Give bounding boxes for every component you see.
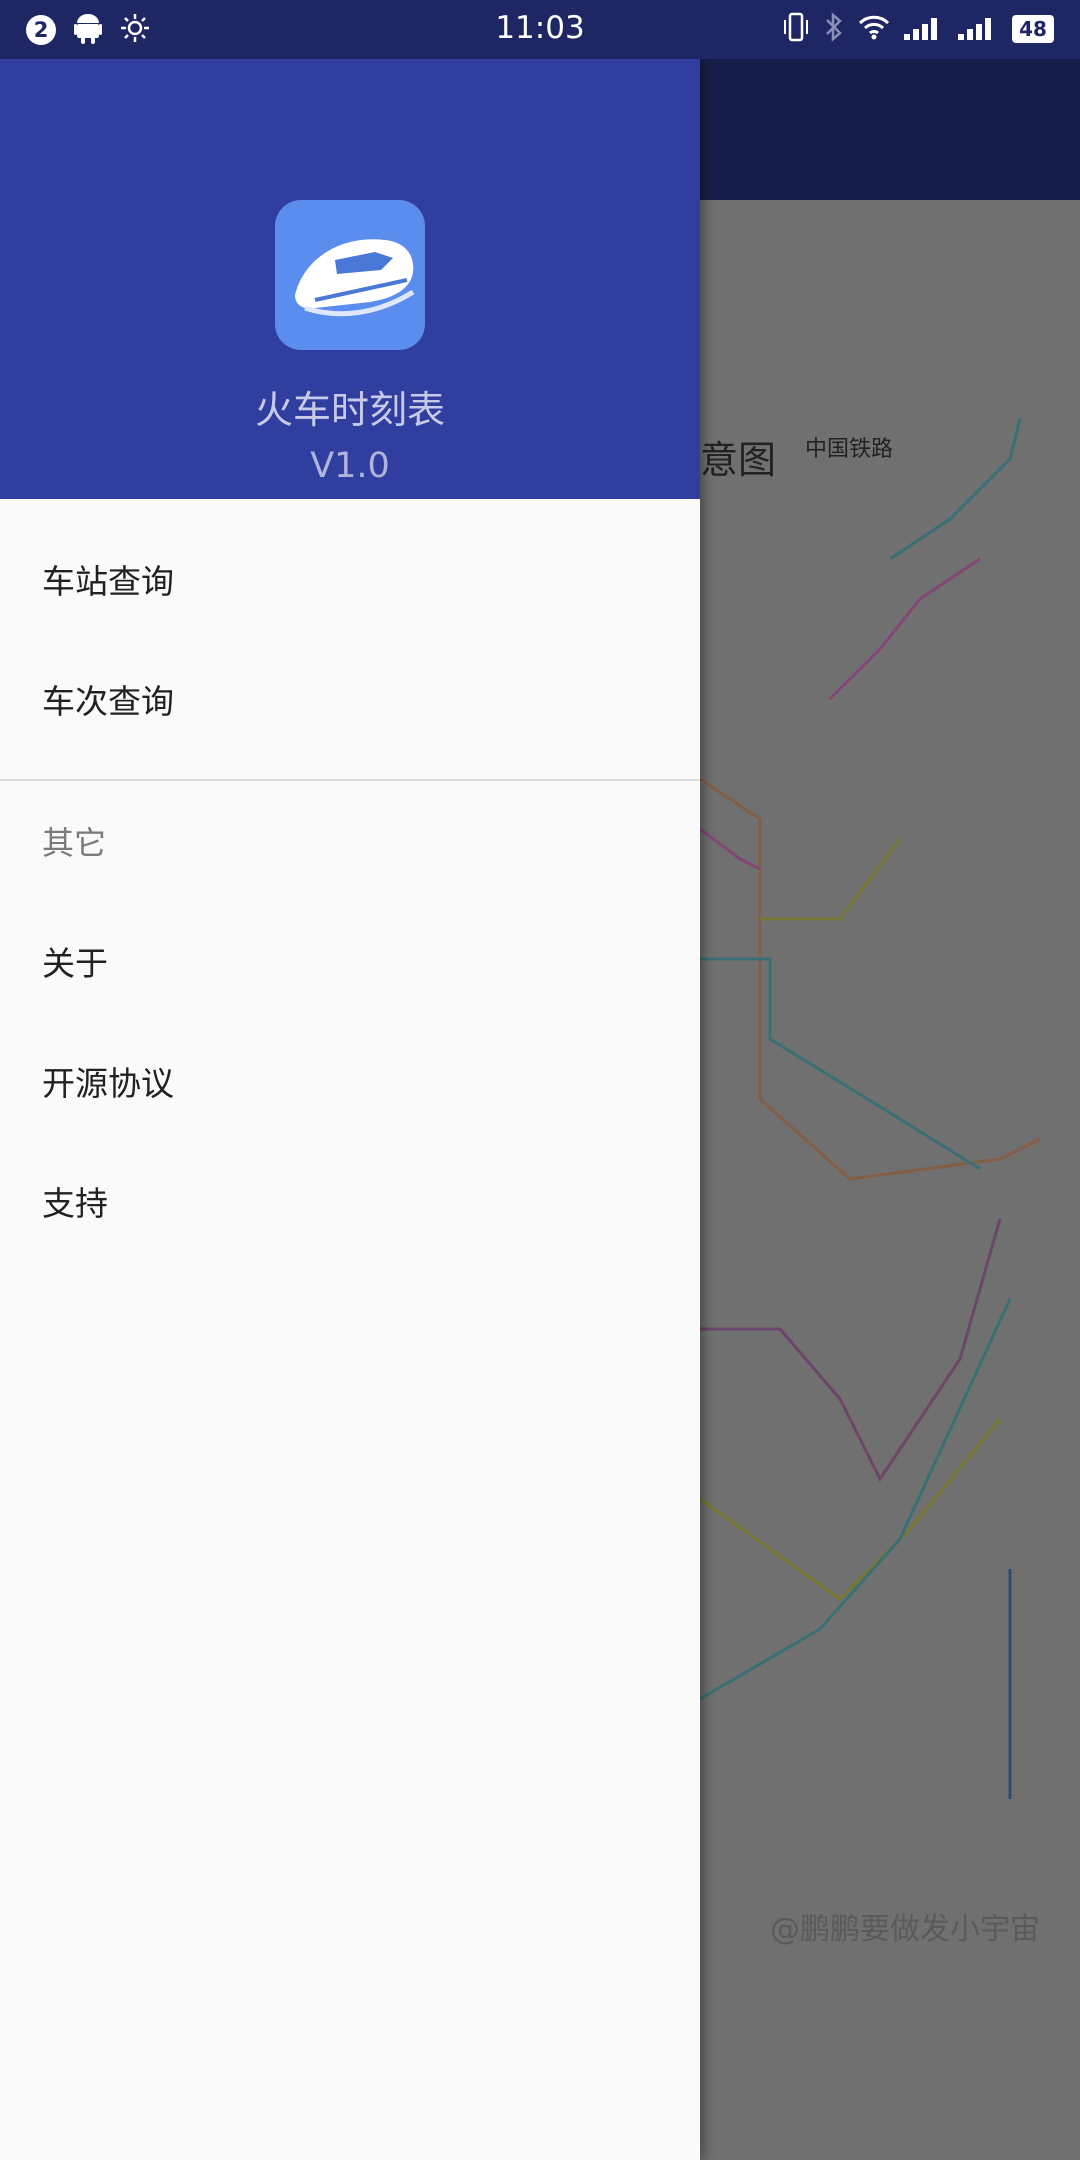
weibo-watermark: @鹏鹏要做发小宇宙 [770,1912,1040,1947]
app-name: 火车时刻表 [254,388,445,432]
menu-item-train-query[interactable]: 车次查询 [0,639,700,759]
menu-item-about[interactable]: 关于 [0,901,700,1021]
menu-item-label: 车次查询 [42,682,174,721]
menu-item-station-query[interactable]: 车站查询 [0,519,700,639]
signal-icon-2 [958,14,998,44]
train-app-icon [275,200,425,350]
railway-map-image [700,418,1041,1799]
menu-item-open-source-license[interactable]: 开源协议 [0,1021,700,1141]
menu-item-support[interactable]: 支持 [0,1141,700,1261]
status-right: 48 [782,12,1054,46]
app-version: V1.0 [310,446,390,486]
drawer-menu: 车站查询 车次查询 其它 关于 开源协议 支持 [0,499,700,1261]
menu-item-label: 关于 [42,944,108,983]
menu-item-label: 支持 [42,1184,108,1223]
china-railway-logo-text: 中国铁路 [805,437,894,462]
drawer-header: 火车时刻表 V1.0 [0,59,700,499]
navigation-drawer: 火车时刻表 V1.0 车站查询 车次查询 其它 关于 开源协议 支持 [0,59,700,2160]
menu-item-label: 开源协议 [42,1064,174,1103]
map-title-fragment: 意图 [700,438,777,482]
battery-indicator: 48 [1012,15,1054,43]
vibrate-icon [782,12,810,46]
section-title-other: 其它 [42,824,107,862]
wifi-icon [858,14,890,44]
status-bar: 2 11:03 48 [0,0,1080,59]
bluetooth-icon [824,12,844,46]
signal-icon-1 [904,14,944,44]
menu-item-label: 车站查询 [42,562,174,601]
